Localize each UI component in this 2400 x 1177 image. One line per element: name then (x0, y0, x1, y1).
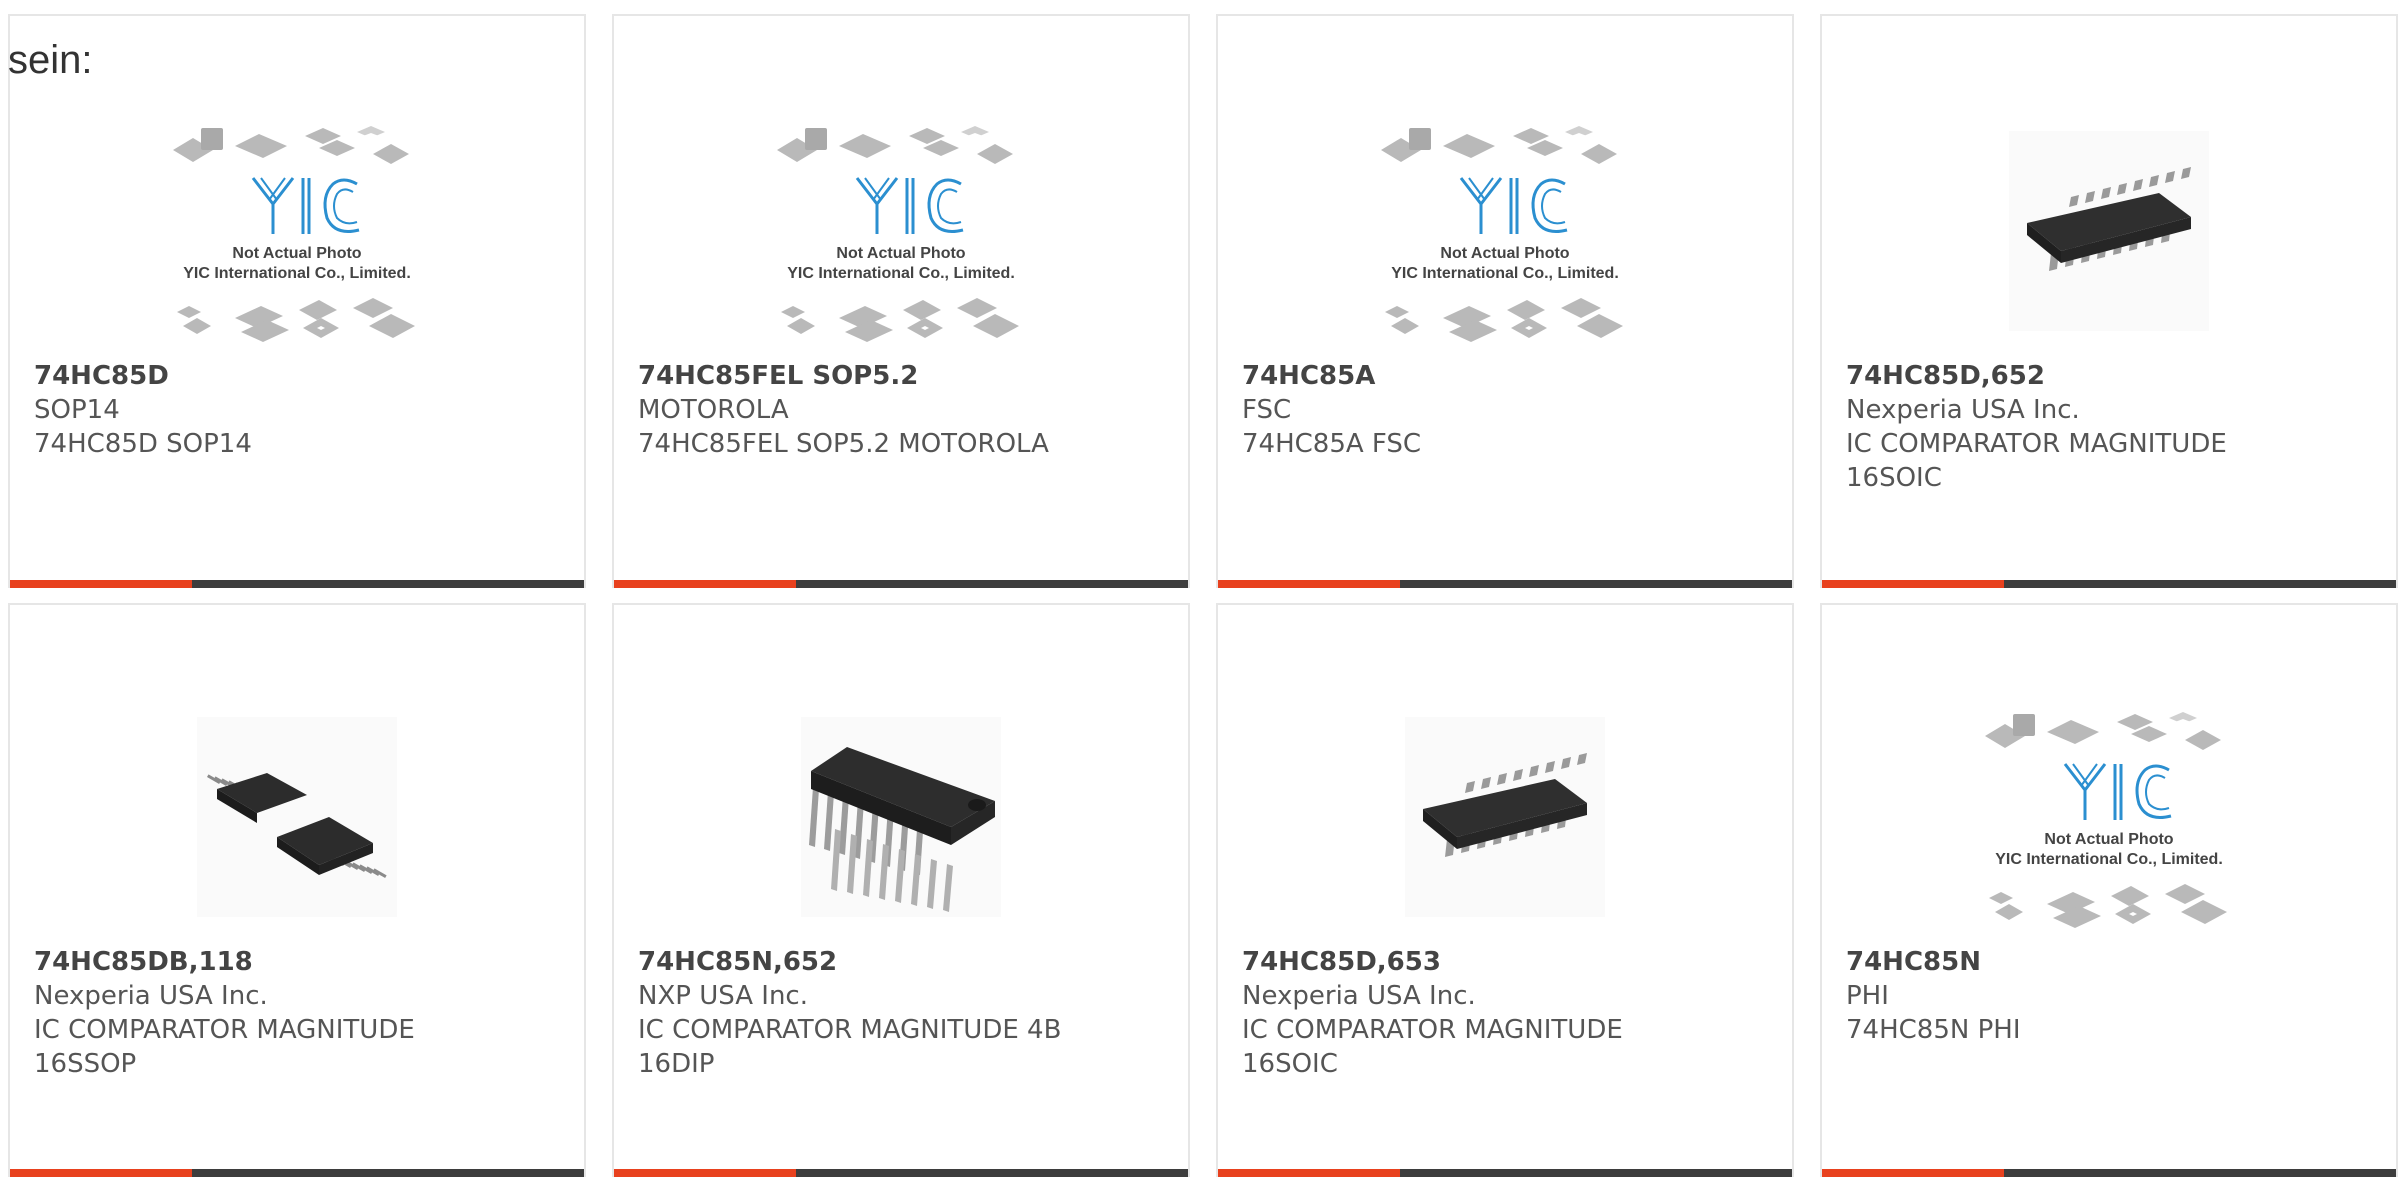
product-card[interactable]: 74HC85DB,118 Nexperia USA Inc. IC COMPAR… (8, 603, 586, 1177)
product-image[interactable] (10, 682, 584, 952)
yic-placeholder-image: Not Actual Photo YIC International Co., … (777, 126, 1019, 342)
svg-text:Not Actual Photo: Not Actual Photo (1440, 245, 1569, 262)
product-detail: NXP USA Inc. (638, 981, 808, 1011)
product-detail: SOP14 (34, 395, 120, 425)
card-accent-bar (1218, 580, 1400, 588)
product-detail: 16SOIC (1846, 463, 1942, 493)
product-detail: IC COMPARATOR MAGNITUDE (1846, 429, 2227, 459)
product-detail: 16SSOP (34, 1049, 137, 1079)
card-bottom-bar (1822, 580, 2396, 588)
product-card[interactable]: Not Actual Photo YIC International Co., … (1820, 603, 2398, 1177)
ssop-chips-image (197, 717, 397, 917)
product-detail: PHI (1846, 981, 1889, 1011)
card-accent-bar (1822, 580, 2004, 588)
product-detail: Nexperia USA Inc. (34, 981, 268, 1011)
card-bottom-bar (614, 580, 1188, 588)
product-detail: Nexperia USA Inc. (1846, 395, 2080, 425)
product-image[interactable] (1822, 96, 2396, 366)
product-title[interactable]: 74HC85N (1846, 945, 2386, 979)
card-accent-bar (1218, 1169, 1400, 1177)
svg-text:YIC International Co., Limited: YIC International Co., Limited. (787, 265, 1015, 282)
svg-text:YIC International Co., Limited: YIC International Co., Limited. (183, 265, 411, 282)
card-accent-bar (10, 580, 192, 588)
product-card[interactable]: 74HC85D,652 Nexperia USA Inc. IC COMPARA… (1820, 14, 2398, 588)
card-bottom-bar (1822, 1169, 2396, 1177)
svg-text:Not Actual Photo: Not Actual Photo (836, 245, 965, 262)
svg-text:Not Actual Photo: Not Actual Photo (232, 245, 361, 262)
card-bottom-bar (614, 1169, 1188, 1177)
product-card[interactable]: Not Actual Photo YIC International Co., … (8, 14, 586, 588)
product-title[interactable]: 74HC85N,652 (638, 945, 1178, 979)
soic-chip-image (1405, 717, 1605, 917)
card-accent-bar (1822, 1169, 2004, 1177)
product-card[interactable]: Not Actual Photo YIC International Co., … (1216, 14, 1794, 588)
product-image[interactable]: Not Actual Photo YIC International Co., … (1218, 96, 1792, 366)
product-title[interactable]: 74HC85D,652 (1846, 359, 2386, 393)
product-card[interactable]: 74HC85D,653 Nexperia USA Inc. IC COMPARA… (1216, 603, 1794, 1177)
product-detail: 74HC85D SOP14 (34, 429, 252, 459)
card-accent-bar (614, 580, 796, 588)
yic-placeholder-image: Not Actual Photo YIC International Co., … (1381, 126, 1623, 342)
product-detail: IC COMPARATOR MAGNITUDE (1242, 1015, 1623, 1045)
product-image[interactable]: Not Actual Photo YIC International Co., … (10, 96, 584, 366)
yic-placeholder-image: Not Actual Photo YIC International Co., … (1985, 712, 2227, 928)
product-title[interactable]: 74HC85FEL SOP5.2 (638, 359, 1178, 393)
card-bottom-bar (1218, 1169, 1792, 1177)
product-title[interactable]: 74HC85D,653 (1242, 945, 1782, 979)
dip-chip-image (801, 717, 1001, 917)
product-card[interactable]: Not Actual Photo YIC International Co., … (612, 14, 1190, 588)
product-detail: MOTOROLA (638, 395, 789, 425)
soic-chip-image (2009, 131, 2209, 331)
product-detail: IC COMPARATOR MAGNITUDE (34, 1015, 415, 1045)
svg-text:Not Actual Photo: Not Actual Photo (2044, 831, 2173, 848)
product-detail: 74HC85FEL SOP5.2 MOTOROLA (638, 429, 1049, 459)
product-image[interactable]: Not Actual Photo YIC International Co., … (614, 96, 1188, 366)
product-image[interactable]: Not Actual Photo YIC International Co., … (1822, 682, 2396, 952)
product-image[interactable] (1218, 682, 1792, 952)
card-bottom-bar (1218, 580, 1792, 588)
product-card[interactable]: 74HC85N,652 NXP USA Inc. IC COMPARATOR M… (612, 603, 1190, 1177)
product-title[interactable]: 74HC85DB,118 (34, 945, 574, 979)
product-detail: 16SOIC (1242, 1049, 1338, 1079)
card-accent-bar (10, 1169, 192, 1177)
svg-text:YIC International Co., Limited: YIC International Co., Limited. (1995, 851, 2223, 868)
product-detail: FSC (1242, 395, 1292, 425)
card-bottom-bar (10, 1169, 584, 1177)
product-detail: 16DIP (638, 1049, 715, 1079)
card-accent-bar (614, 1169, 796, 1177)
product-image[interactable] (614, 682, 1188, 952)
product-detail: 74HC85A FSC (1242, 429, 1422, 459)
yic-placeholder-image: Not Actual Photo YIC International Co., … (173, 126, 415, 342)
product-detail: IC COMPARATOR MAGNITUDE 4B (638, 1015, 1062, 1045)
product-title[interactable]: 74HC85D (34, 359, 574, 393)
product-detail: 74HC85N PHI (1846, 1015, 2021, 1045)
card-bottom-bar (10, 580, 584, 588)
product-detail: Nexperia USA Inc. (1242, 981, 1476, 1011)
intro-text: sein: (8, 38, 93, 82)
svg-text:YIC International Co., Limited: YIC International Co., Limited. (1391, 265, 1619, 282)
product-title[interactable]: 74HC85A (1242, 359, 1782, 393)
